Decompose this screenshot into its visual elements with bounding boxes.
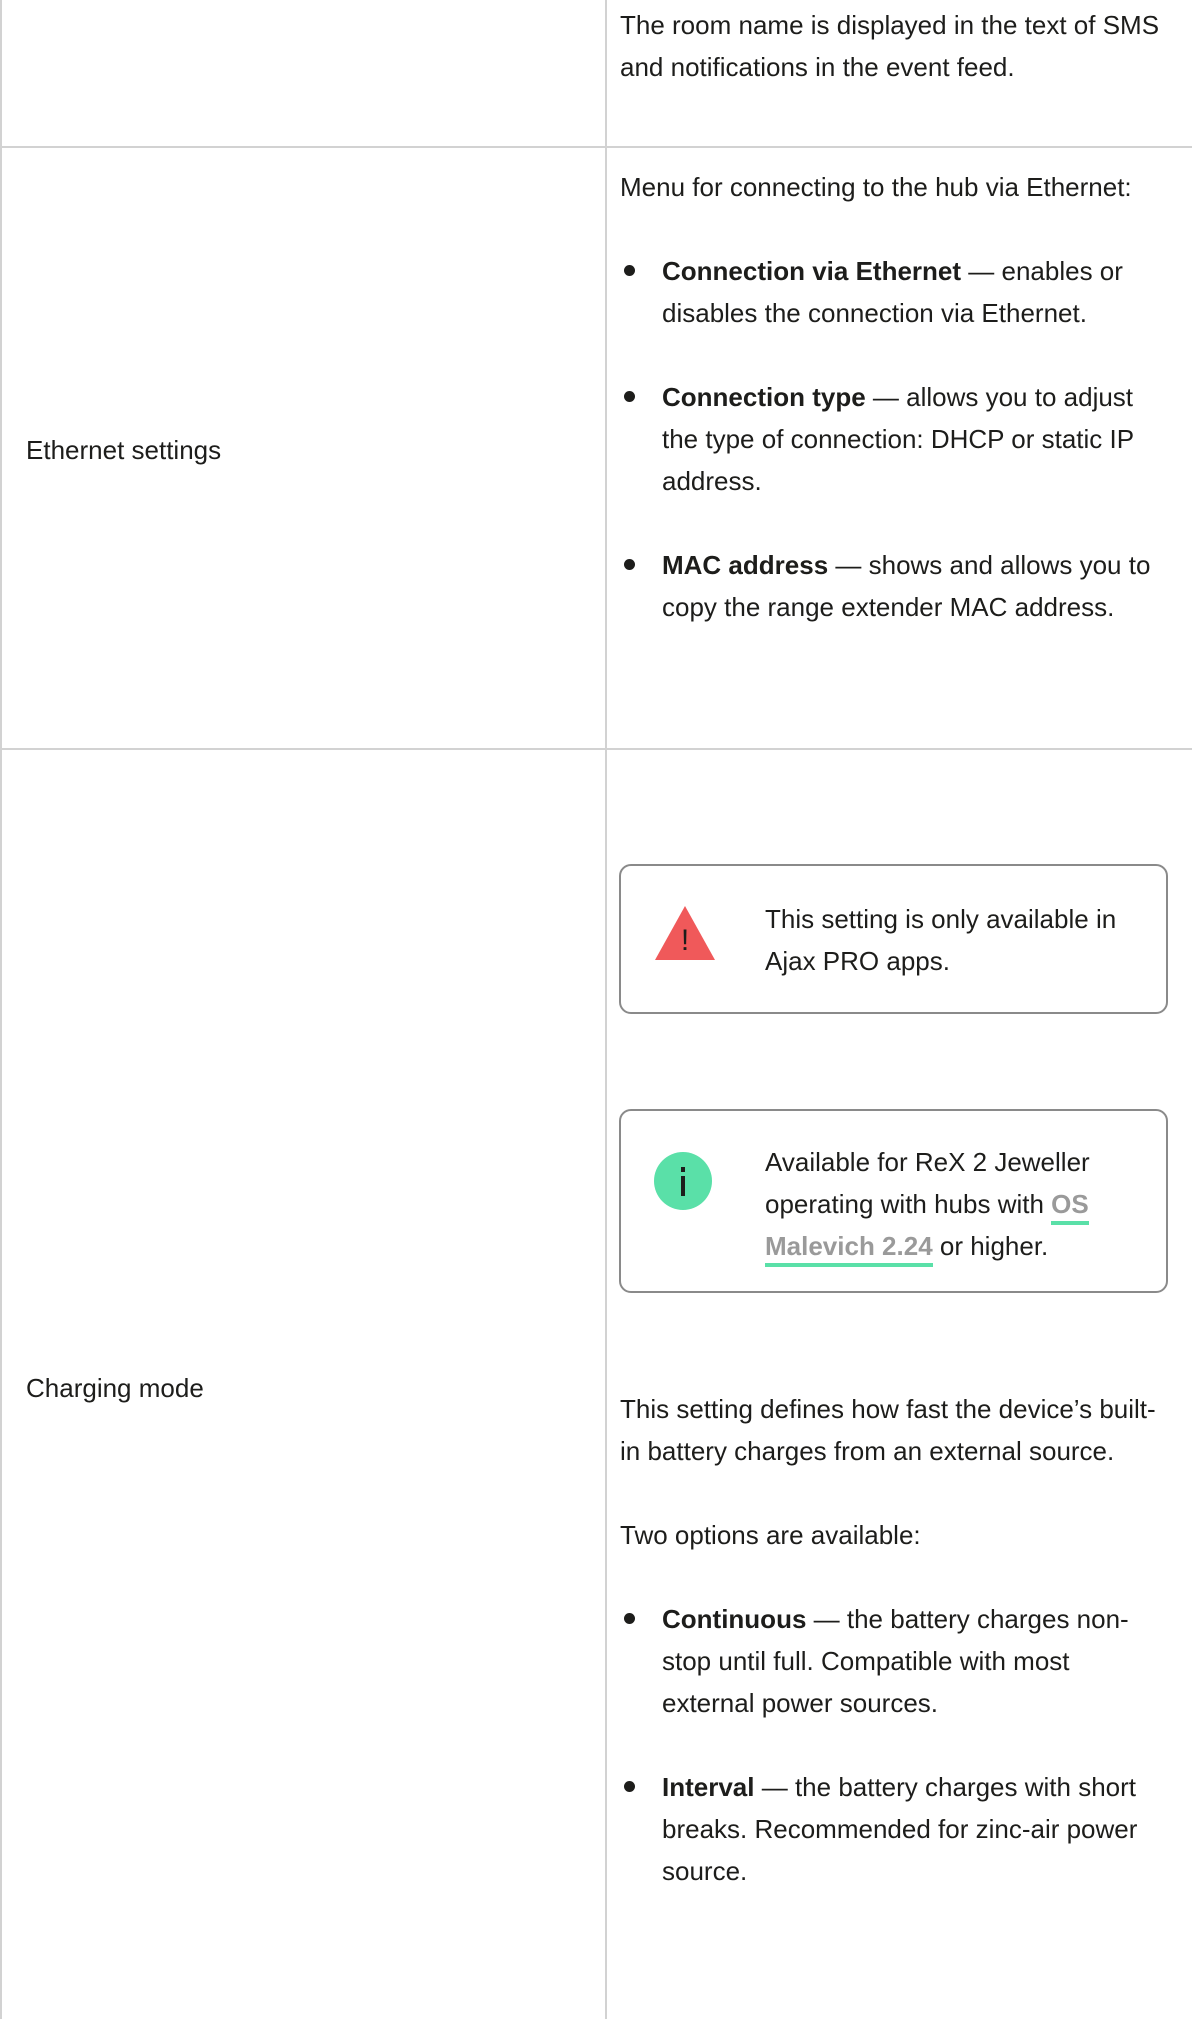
info-text-after: or higher. bbox=[932, 1231, 1049, 1261]
room-description: The room name is displayed in the text o… bbox=[620, 4, 1168, 88]
bullet-icon bbox=[624, 559, 635, 570]
table-row-room: The room name is displayed in the text o… bbox=[0, 0, 1192, 146]
bullet-icon bbox=[624, 265, 635, 276]
charging-options-list: Continuous — the battery charges non-sto… bbox=[620, 1598, 1168, 1892]
ethernet-settings-label-text: Ethernet settings bbox=[26, 435, 222, 465]
info-text-before: Available for ReX 2 Jeweller operating w… bbox=[765, 1147, 1090, 1219]
ethernet-settings-content: Menu for connecting to the hub via Ether… bbox=[620, 166, 1168, 628]
list-item: Interval — the battery charges with shor… bbox=[620, 1766, 1168, 1892]
options-intro: Two options are available: bbox=[620, 1520, 921, 1550]
info-text: Available for ReX 2 Jeweller operating w… bbox=[765, 1141, 1135, 1267]
charging-description: This setting defines how fast the device… bbox=[620, 1394, 1156, 1466]
list-item: Connection via Ethernet — enables or dis… bbox=[620, 250, 1168, 334]
list-item: Connection type — allows you to adjust t… bbox=[620, 376, 1168, 502]
bullet-icon bbox=[624, 391, 635, 402]
charging-mode-label-text: Charging mode bbox=[26, 1373, 204, 1403]
table-row-ethernet: Ethernet settings Menu for connecting to… bbox=[0, 148, 1192, 748]
option-term: Connection type bbox=[662, 382, 866, 412]
warning-text: This setting is only available in Ajax P… bbox=[765, 904, 1117, 976]
charging-mode-label: Charging mode bbox=[26, 1370, 586, 1406]
option-term: Interval bbox=[662, 1772, 755, 1802]
option-term: Continuous bbox=[662, 1604, 807, 1634]
option-term: MAC address bbox=[662, 550, 829, 580]
info-callout: Available for ReX 2 Jeweller operating w… bbox=[619, 1109, 1168, 1293]
ethernet-intro: Menu for connecting to the hub via Ether… bbox=[620, 172, 1132, 202]
list-item: Continuous — the battery charges non-sto… bbox=[620, 1598, 1168, 1724]
info-icon bbox=[653, 1151, 713, 1218]
warning-callout: ! This setting is only available in Ajax… bbox=[619, 864, 1168, 1014]
ethernet-options-list: Connection via Ethernet — enables or dis… bbox=[620, 250, 1168, 628]
svg-text:!: ! bbox=[681, 924, 689, 957]
list-item: MAC address — shows and allows you to co… bbox=[620, 544, 1168, 628]
option-term: Connection via Ethernet bbox=[662, 256, 962, 286]
bullet-icon bbox=[624, 1613, 635, 1624]
bullet-icon bbox=[624, 1781, 635, 1792]
ethernet-settings-label: Ethernet settings bbox=[26, 432, 586, 468]
settings-table: The room name is displayed in the text o… bbox=[0, 0, 1192, 2019]
charging-mode-content: This setting defines how fast the device… bbox=[620, 1388, 1168, 1892]
room-description-text: The room name is displayed in the text o… bbox=[620, 10, 1160, 82]
warning-triangle-icon: ! bbox=[653, 904, 717, 969]
